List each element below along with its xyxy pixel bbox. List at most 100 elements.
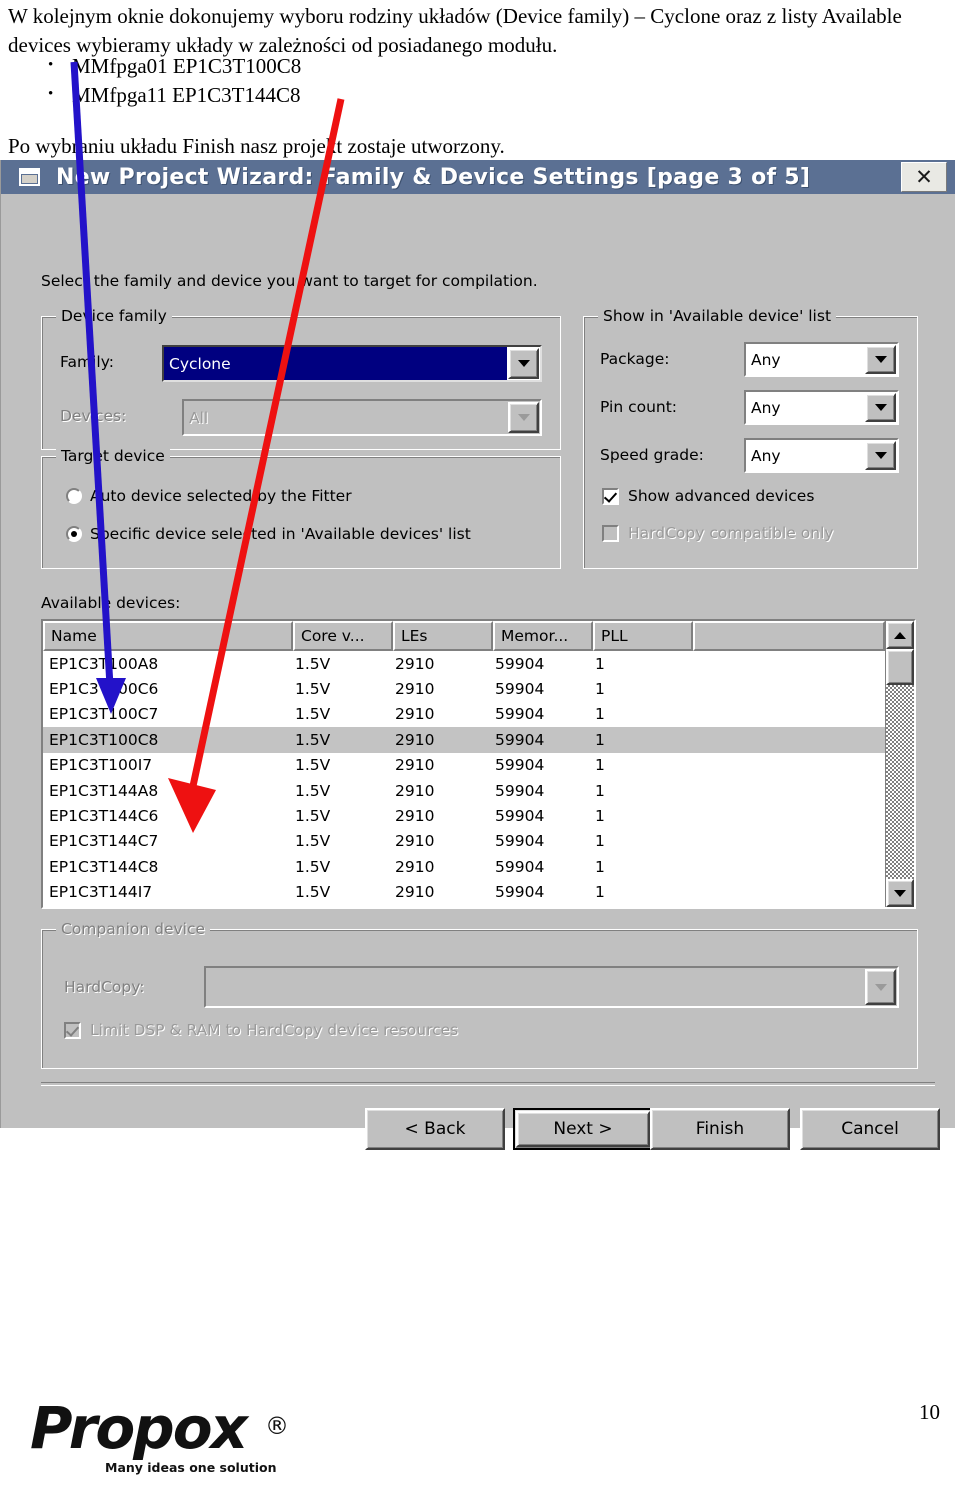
listview-header[interactable]: Name Core v... LEs Memor... PLL xyxy=(43,621,914,651)
show-list-group-label: Show in 'Available device' list xyxy=(598,307,837,325)
table-cell: 1 xyxy=(595,857,605,876)
table-cell: EP1C3T144I7 xyxy=(49,883,153,902)
chevron-down-icon xyxy=(517,414,530,421)
hardcopy-compatible-only-checkbox[interactable]: HardCopy compatible only xyxy=(602,524,834,542)
table-row[interactable]: EP1C3T144A8 1.5V 2910 59904 1 xyxy=(43,778,914,803)
table-cell: 1.5V xyxy=(295,883,331,902)
column-header-core-voltage[interactable]: Core v... xyxy=(293,621,393,651)
chevron-down-icon xyxy=(517,360,530,367)
devices-combobox[interactable]: All xyxy=(182,399,542,436)
package-combobox[interactable]: Any xyxy=(744,342,899,377)
table-row[interactable]: EP1C3T144C6 1.5V 2910 59904 1 xyxy=(43,803,914,828)
table-cell: 1 xyxy=(595,756,605,775)
auto-device-label: Auto device selected by the Fitter xyxy=(90,487,352,505)
scrollbar-track[interactable] xyxy=(886,649,914,879)
table-cell: 1.5V xyxy=(295,705,331,724)
listview-vertical-scrollbar[interactable] xyxy=(885,621,914,907)
table-cell: 1.5V xyxy=(295,680,331,699)
table-row[interactable]: EP1C3T100I7 1.5V 2910 59904 1 xyxy=(43,753,914,778)
table-row[interactable]: EP1C3T144C7 1.5V 2910 59904 1 xyxy=(43,829,914,854)
speed-grade-combobox-arrow[interactable] xyxy=(865,441,896,470)
devices-combobox-arrow[interactable] xyxy=(508,402,539,433)
table-cell: 59904 xyxy=(495,680,545,699)
dialog-instruction: Select the family and device you want to… xyxy=(41,272,538,290)
triangle-down-icon xyxy=(894,889,906,897)
table-cell: 1 xyxy=(595,807,605,826)
speed-grade-combobox-value: Any xyxy=(751,446,781,465)
available-devices-listview[interactable]: Name Core v... LEs Memor... PLL EP1C3T10… xyxy=(41,619,916,909)
scroll-down-icon[interactable] xyxy=(886,879,914,907)
table-cell: 2910 xyxy=(395,756,435,775)
next-button[interactable]: Next > xyxy=(513,1108,653,1150)
hardcopy-combobox[interactable] xyxy=(204,966,899,1008)
family-combobox-arrow[interactable] xyxy=(508,348,539,379)
table-cell: 1 xyxy=(595,705,605,724)
page-number: 10 xyxy=(919,1400,940,1424)
target-device-group: Target device Auto device selected by th… xyxy=(41,447,561,569)
new-project-wizard-dialog: New Project Wizard: Family & Device Sett… xyxy=(0,160,955,1150)
show-advanced-devices-checkbox[interactable]: Show advanced devices xyxy=(602,487,814,505)
pin-count-combobox-arrow[interactable] xyxy=(865,393,896,422)
propox-logo: Propox ® Many ideas one solution xyxy=(30,1398,320,1475)
pin-count-combobox[interactable]: Any xyxy=(744,390,899,425)
devices-combobox-value: All xyxy=(189,408,209,427)
checkbox-icon xyxy=(64,1021,81,1039)
table-row[interactable]: EP1C3T100C7 1.5V 2910 59904 1 xyxy=(43,702,914,727)
scrollbar-thumb[interactable] xyxy=(886,649,914,685)
list-item: MMfpga01 EP1C3T100C8 xyxy=(40,51,301,81)
specific-device-label: Specific device selected in 'Available d… xyxy=(90,525,471,543)
speed-grade-label: Speed grade: xyxy=(600,446,704,464)
table-row[interactable]: EP1C3T144I7 1.5V 2910 59904 1 xyxy=(43,880,914,905)
table-row[interactable]: EP1C3T100C8 1.5V 2910 59904 1 xyxy=(43,727,914,753)
back-button[interactable]: < Back xyxy=(365,1108,505,1150)
finish-button[interactable]: Finish xyxy=(650,1108,790,1150)
column-header-les[interactable]: LEs xyxy=(393,621,493,651)
column-header-memory[interactable]: Memor... xyxy=(493,621,593,651)
table-cell: 59904 xyxy=(495,883,545,902)
column-header-name[interactable]: Name xyxy=(43,621,293,651)
table-cell: 1 xyxy=(595,730,605,749)
package-combobox-arrow[interactable] xyxy=(865,345,896,374)
speed-grade-combobox[interactable]: Any xyxy=(744,438,899,473)
chevron-down-icon xyxy=(874,983,887,991)
logo-wordmark: Propox ® xyxy=(30,1394,289,1462)
table-row[interactable]: EP1C3T100A8 1.5V 2910 59904 1 xyxy=(43,651,914,676)
table-cell: 1 xyxy=(595,680,605,699)
specific-device-radio[interactable]: Specific device selected in 'Available d… xyxy=(66,525,471,543)
column-header-blank[interactable] xyxy=(693,621,885,651)
dialog-titlebar[interactable]: New Project Wizard: Family & Device Sett… xyxy=(1,160,955,194)
limit-dsp-ram-checkbox[interactable]: Limit DSP & RAM to HardCopy device resou… xyxy=(64,1021,458,1039)
scroll-up-icon[interactable] xyxy=(886,621,914,649)
table-cell: 1.5V xyxy=(295,756,331,775)
table-cell: 2910 xyxy=(395,857,435,876)
table-cell: 1.5V xyxy=(295,654,331,673)
close-icon[interactable]: ✕ xyxy=(901,162,947,192)
family-combobox[interactable]: Cyclone xyxy=(162,345,542,382)
finish-paragraph: Po wybraniu układu Finish nasz projekt z… xyxy=(8,134,505,158)
show-advanced-devices-label: Show advanced devices xyxy=(628,487,815,505)
devices-label: Devices: xyxy=(60,407,127,425)
table-cell: 2910 xyxy=(395,654,435,673)
table-cell: 2910 xyxy=(395,730,435,749)
table-cell: EP1C3T144C8 xyxy=(49,857,159,876)
table-cell: 2910 xyxy=(395,832,435,851)
auto-device-radio[interactable]: Auto device selected by the Fitter xyxy=(66,487,352,505)
hardcopy-compatible-only-label: HardCopy compatible only xyxy=(628,524,834,542)
table-cell: 1.5V xyxy=(295,832,331,851)
table-cell: 1.5V xyxy=(295,781,331,800)
column-header-pll[interactable]: PLL xyxy=(593,621,693,651)
table-row[interactable]: EP1C3T144C8 1.5V 2910 59904 1 xyxy=(43,854,914,879)
chevron-down-icon xyxy=(874,452,887,459)
table-cell: 59904 xyxy=(495,756,545,775)
cancel-button[interactable]: Cancel xyxy=(800,1108,940,1150)
table-cell: 2910 xyxy=(395,680,435,699)
limit-dsp-ram-label: Limit DSP & RAM to HardCopy device resou… xyxy=(90,1021,459,1039)
registered-trademark-icon: ® xyxy=(265,1412,289,1440)
table-row[interactable]: EP1C3T100C6 1.5V 2910 59904 1 xyxy=(43,676,914,701)
hardcopy-combobox-arrow[interactable] xyxy=(865,969,896,1005)
table-cell: 2910 xyxy=(395,781,435,800)
table-cell: 1 xyxy=(595,883,605,902)
pin-count-combobox-value: Any xyxy=(751,398,781,417)
radio-icon-selected xyxy=(66,526,82,542)
table-cell: 59904 xyxy=(495,705,545,724)
